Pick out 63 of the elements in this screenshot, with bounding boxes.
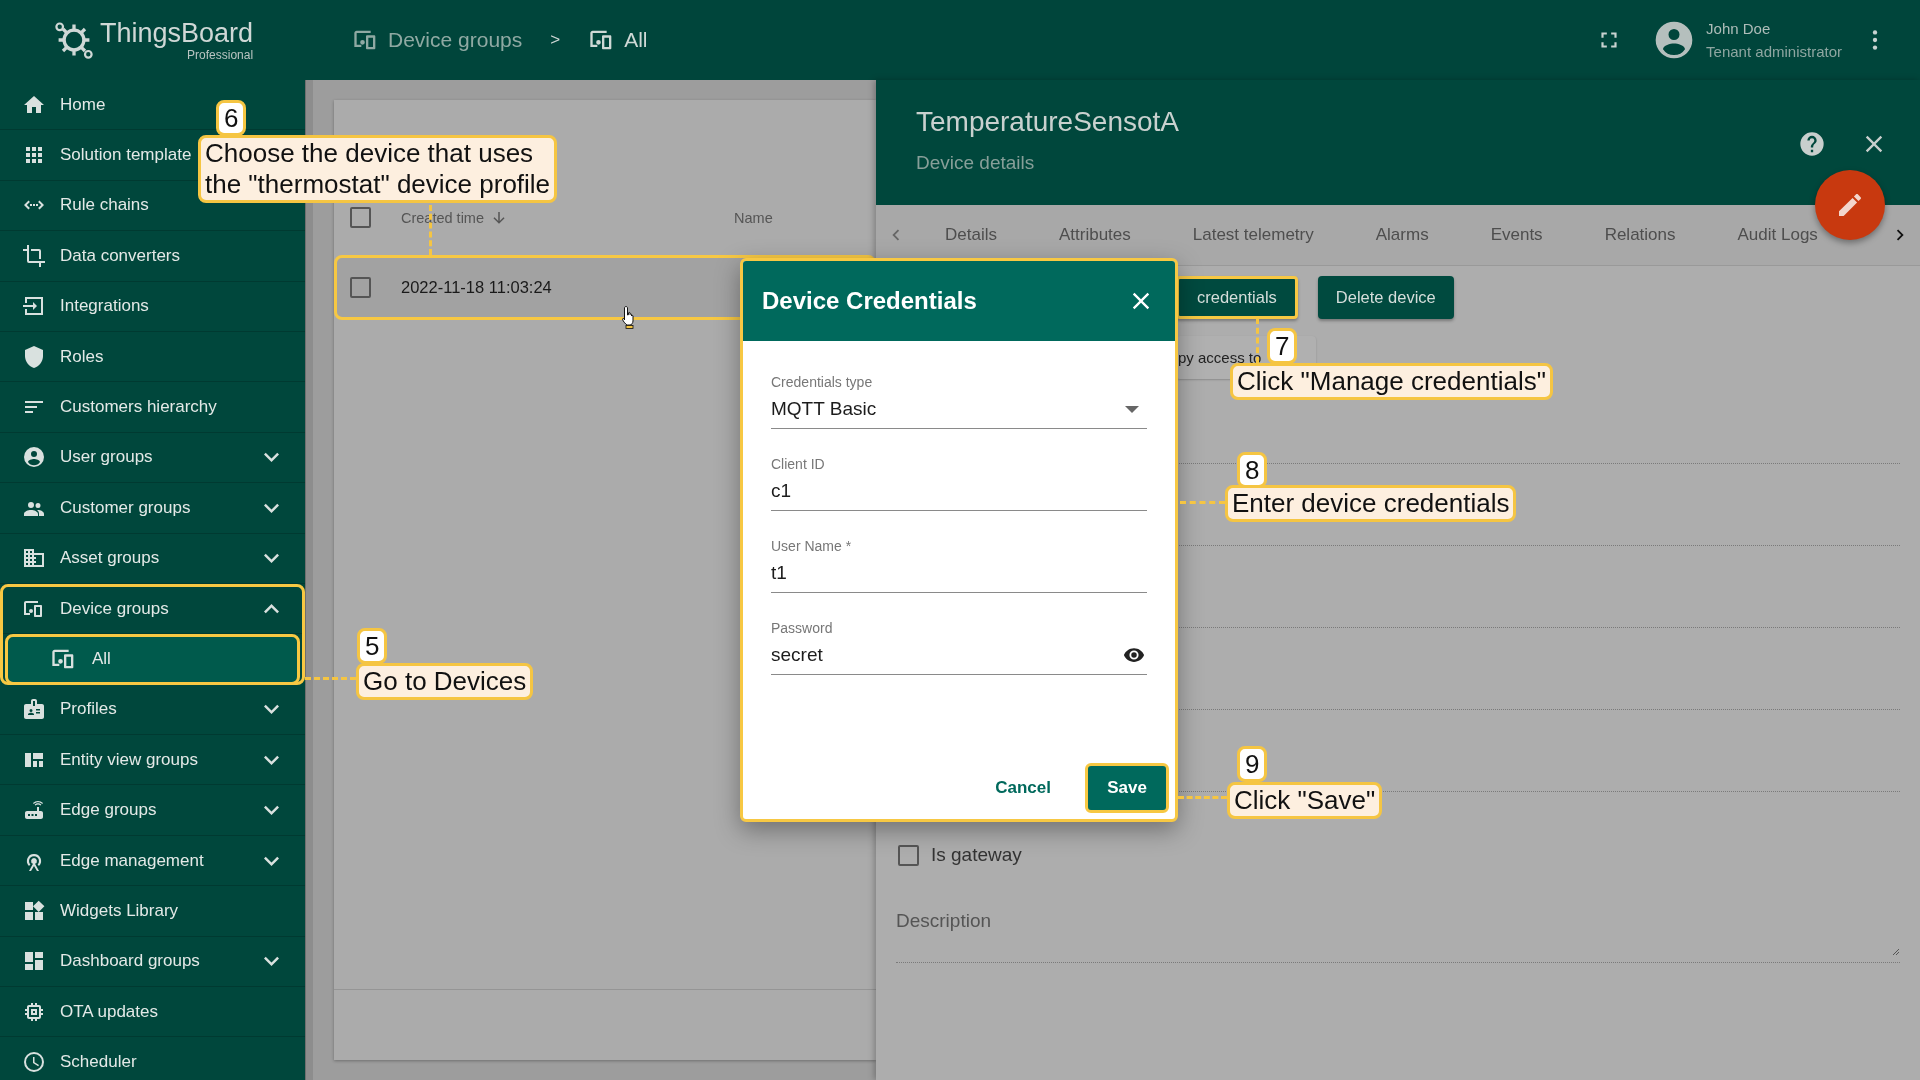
callout-tooltip: Choose the device that uses the "thermostat" device profile (198, 135, 558, 203)
resize-handle-icon[interactable] (1890, 946, 1900, 956)
sidebar-item[interactable]: All (5, 634, 300, 685)
logo-name: ThingsBoard (100, 18, 254, 48)
step-number: 6 (216, 100, 247, 136)
sidebar-item[interactable]: Customer groups (0, 483, 305, 534)
sidebar-item[interactable]: OTA updates (0, 987, 305, 1038)
step-number: 5 (357, 628, 388, 664)
tab[interactable]: Relations (1604, 225, 1676, 245)
sidebar-item[interactable]: Edge groups (0, 785, 305, 836)
sidebar-item[interactable]: Roles (0, 331, 305, 383)
input-field[interactable]: Client ID c1 (771, 454, 1147, 511)
tab[interactable]: Details (945, 225, 997, 245)
input-field[interactable]: User Name * t1 (771, 536, 1147, 593)
tab[interactable]: Latest telemetry (1192, 225, 1314, 245)
sidebar-item[interactable]: Edge management (0, 835, 305, 887)
callout-tooltip: Click "Manage credentials" (1230, 363, 1553, 400)
tab[interactable]: Alarms (1375, 225, 1429, 245)
tab[interactable]: Attributes (1058, 225, 1131, 245)
clock-icon (22, 1050, 46, 1075)
callout-tooltip: Click "Save" (1227, 782, 1383, 819)
step-number: 7 (1267, 328, 1298, 364)
crop-icon (22, 243, 46, 268)
user-role: Tenant administrator (1706, 43, 1842, 60)
tab[interactable]: Events (1490, 225, 1543, 245)
widgets-icon (22, 898, 46, 923)
table-cell: 2022-11-18 11:03:24 (401, 278, 552, 297)
sidebar-item[interactable]: Entity view groups (0, 735, 305, 786)
callout-tooltip: Go to Devices (356, 663, 534, 700)
step-number: 8 (1237, 452, 1268, 488)
breadcrumb-link[interactable]: All (588, 26, 648, 54)
sidebar-item[interactable]: Profiles (0, 684, 305, 736)
device-title: TemperatureSensotA (916, 106, 1181, 138)
id-card-icon (22, 697, 46, 722)
sidebar-item[interactable]: User groups (0, 432, 305, 484)
sidebar-item[interactable]: Dashboard groups (0, 936, 305, 988)
sidebar-item[interactable]: Asset groups (0, 533, 305, 584)
help-icon[interactable] (1798, 130, 1826, 158)
select-field[interactable]: Credentials type MQTT Basic (771, 372, 1147, 429)
step-number: 9 (1237, 746, 1268, 782)
checkbox[interactable] (350, 207, 371, 228)
password-field[interactable]: Password secret (771, 618, 1147, 675)
shield-icon (22, 344, 46, 369)
checkbox-label: Is gateway (931, 844, 1022, 866)
action-button[interactable]: Delete device (1317, 276, 1454, 319)
breadcrumb-link[interactable]: Device groups (352, 26, 523, 54)
account-icon (22, 445, 46, 470)
tab[interactable]: Audit Logs (1737, 225, 1818, 245)
save-button[interactable]: Save (1085, 763, 1169, 813)
hand-cursor-icon (621, 305, 637, 329)
callout-tooltip: Enter device credentials (1225, 485, 1517, 522)
checkbox[interactable] (350, 277, 371, 298)
sidebar-item[interactable]: Widgets Library (0, 886, 305, 937)
sidebar-item[interactable]: Integrations (0, 281, 305, 332)
device-subtitle: Device details (916, 152, 1036, 174)
breadcrumb-separator: > (550, 30, 561, 50)
checkbox[interactable] (898, 844, 919, 866)
logo-edition: Professional (187, 48, 254, 62)
cancel-button[interactable]: Cancel (989, 777, 1057, 799)
dropdown-arrow-icon (1125, 405, 1139, 413)
user-name: John Doe (1706, 20, 1772, 37)
pencil-icon (1839, 194, 1861, 216)
action-button[interactable]: credentials (1176, 276, 1298, 319)
